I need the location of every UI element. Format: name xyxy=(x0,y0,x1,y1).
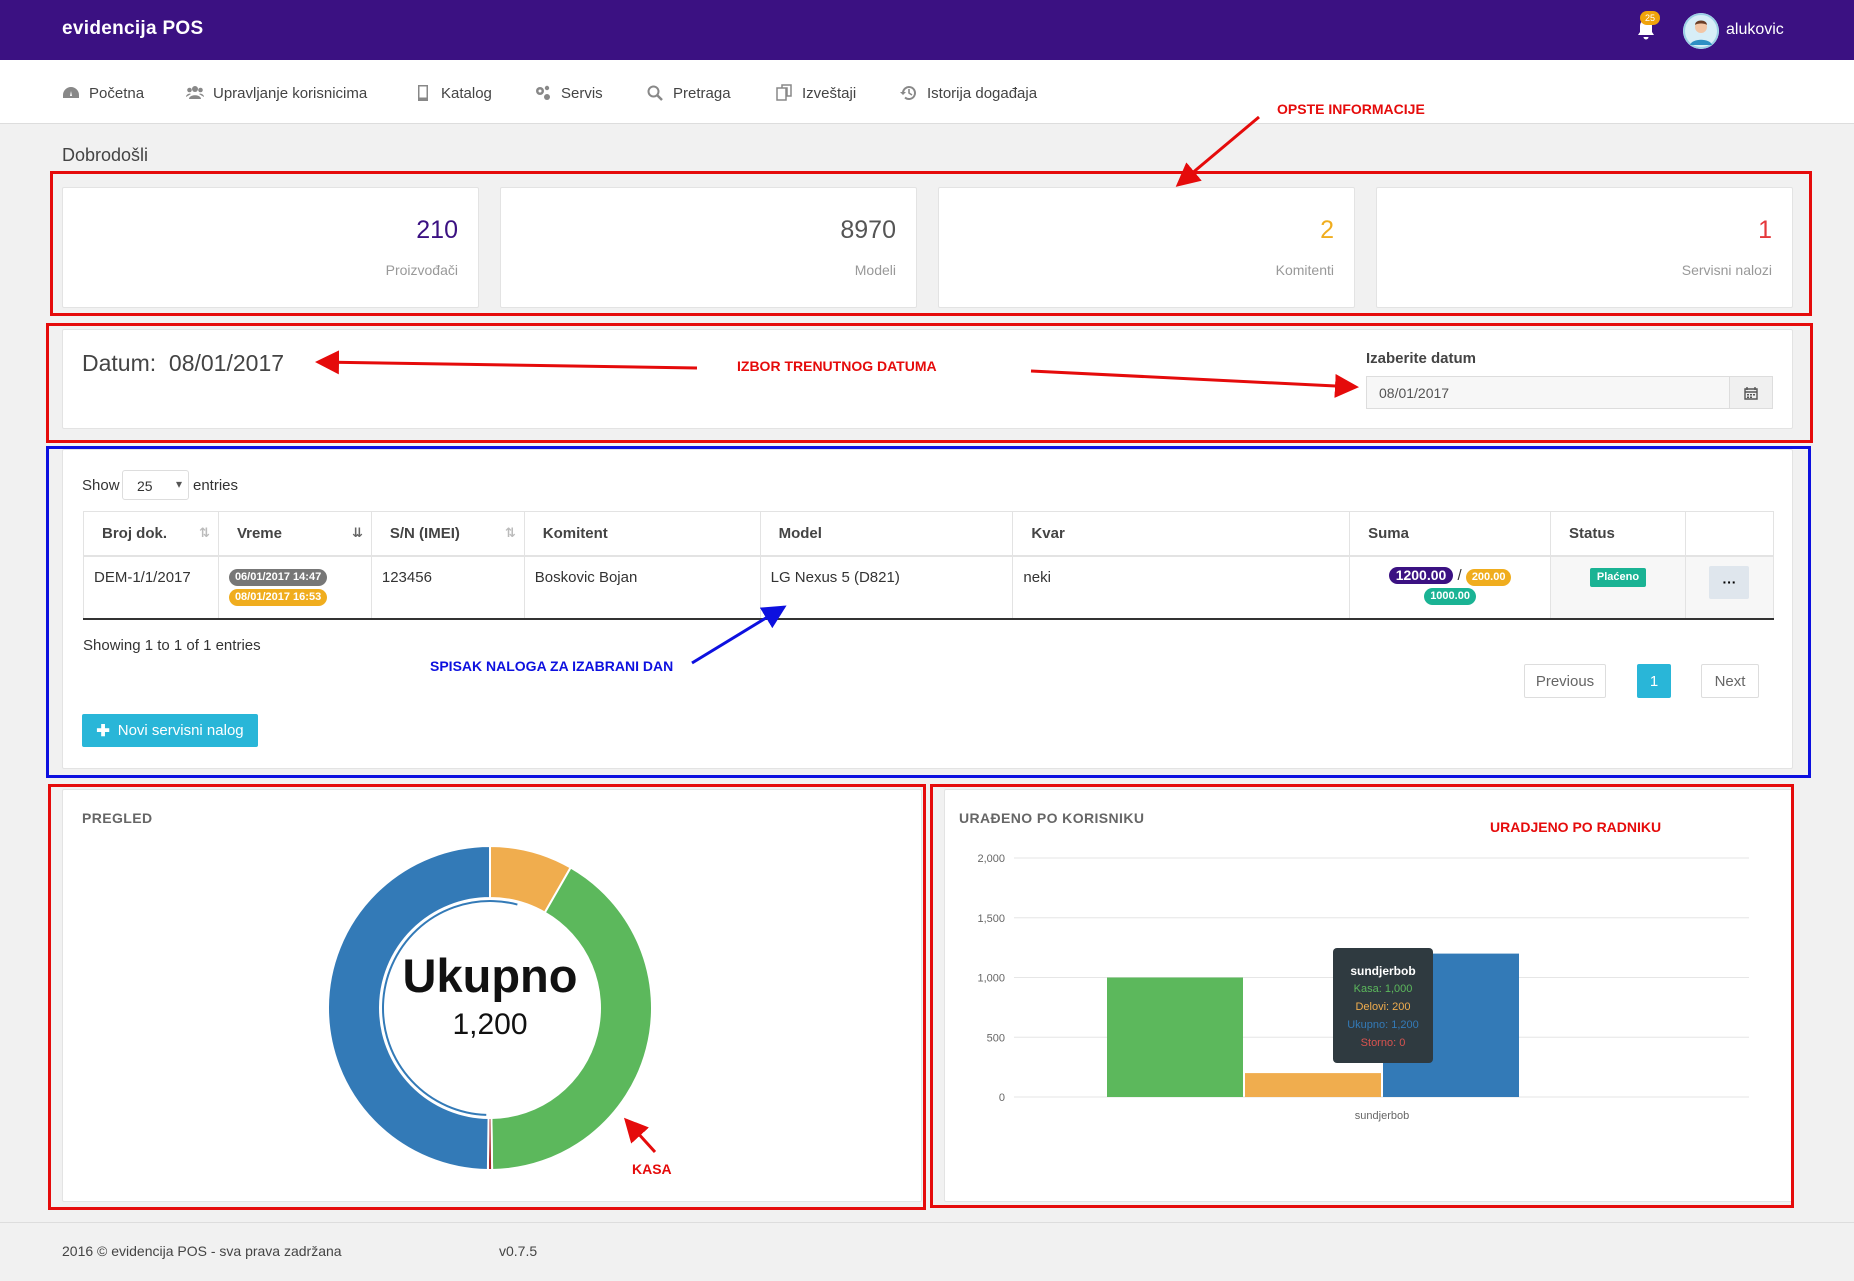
arrow-datum-right xyxy=(1030,369,1359,398)
arrow-kasa xyxy=(623,1117,657,1154)
arrow-spisak xyxy=(691,605,787,665)
arrow-datum-left xyxy=(315,350,698,375)
footer-version: v0.7.5 xyxy=(499,1243,538,1259)
arrow-opste xyxy=(1175,115,1260,187)
annotation-arrows xyxy=(315,115,1359,1154)
footer-copyright: 2016 © evidencija POS - sva prava zadrža… xyxy=(62,1243,342,1259)
